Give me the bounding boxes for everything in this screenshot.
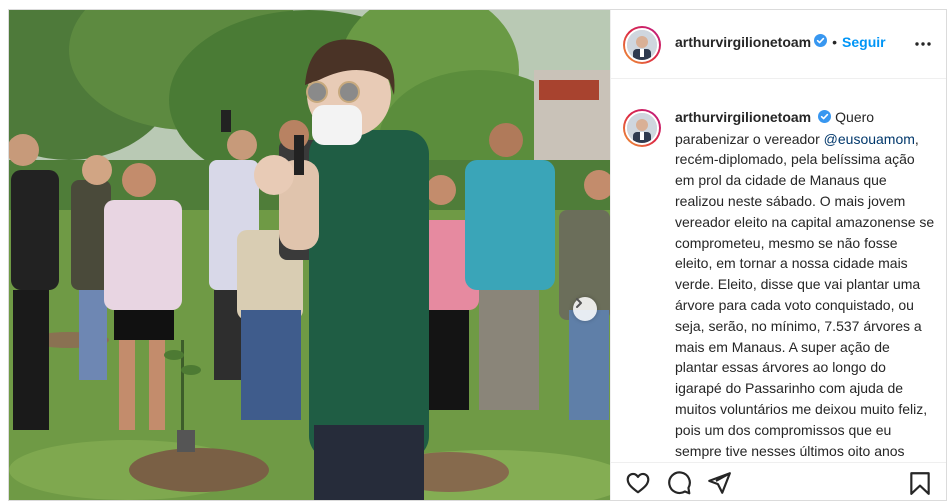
post-header: arthurvirgilionetoam • Seguir <box>611 10 946 79</box>
post-actions-bar <box>611 462 946 500</box>
post-dialog: arthurvirgilionetoam•Seguir arthurvirg <box>8 9 947 501</box>
author-avatar[interactable] <box>623 26 661 64</box>
author-username[interactable]: arthurvirgilionetoam <box>675 34 811 50</box>
comment-icon[interactable] <box>666 470 692 496</box>
comments-section[interactable]: arthurvirgilionetoam Quero parabenizar o … <box>611 79 946 462</box>
post-caption: arthurvirgilionetoam Quero parabenizar o … <box>675 107 935 462</box>
more-options-icon[interactable] <box>913 34 933 54</box>
post-side-panel: arthurvirgilionetoam•Seguir arthurvirg <box>610 10 946 500</box>
bookmark-icon[interactable] <box>907 470 933 496</box>
photo-scene <box>9 10 610 500</box>
caption-username[interactable]: arthurvirgilionetoam <box>675 109 811 125</box>
follow-button[interactable]: Seguir <box>842 34 886 50</box>
share-icon[interactable] <box>706 470 732 496</box>
carousel-next-button[interactable] <box>573 297 597 321</box>
separator-dot: • <box>832 34 838 51</box>
caption-mention-link[interactable]: @eusouamom <box>824 131 915 147</box>
caption-author-avatar[interactable] <box>623 109 661 147</box>
heart-icon[interactable] <box>625 470 651 496</box>
verified-badge-icon <box>818 108 832 129</box>
caption-text-rest: , recém-diplomado, pela belíssima ação e… <box>675 130 935 459</box>
post-photo[interactable] <box>9 10 610 500</box>
verified-badge-icon <box>814 34 828 52</box>
